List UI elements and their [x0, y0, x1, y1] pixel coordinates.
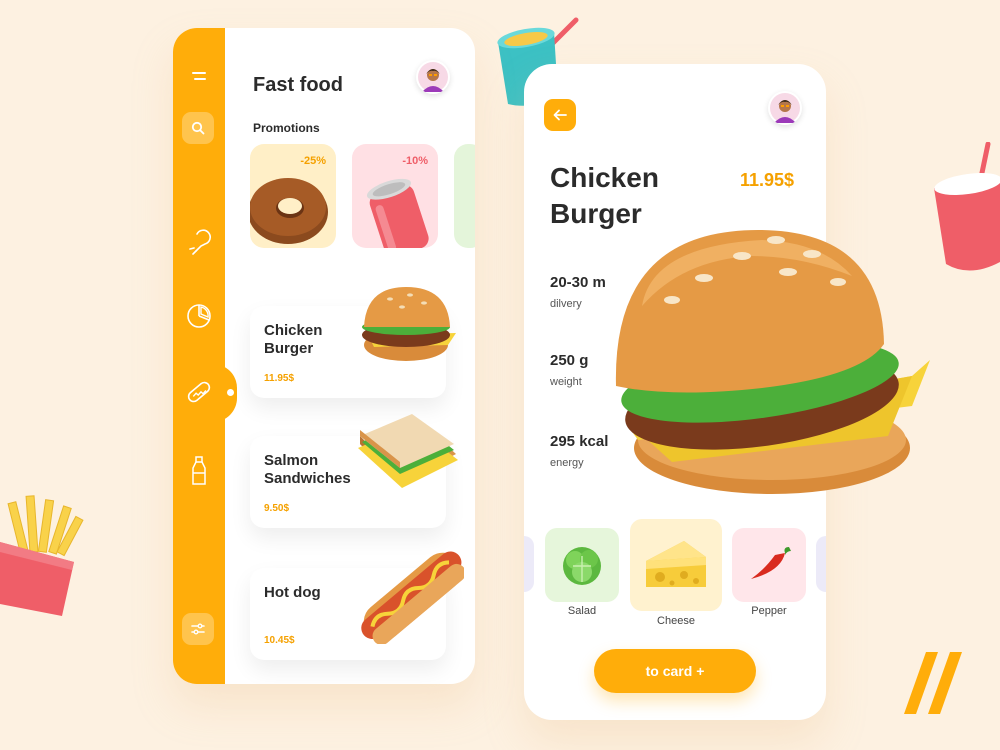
ingredient-card-pepper[interactable]	[732, 528, 806, 602]
item-name: Salmon Sandwiches	[264, 452, 351, 487]
sidebar-item-pie[interactable]	[173, 300, 225, 332]
discount-badge: -25%	[300, 155, 326, 167]
stat-value: 20-30 m	[550, 274, 606, 291]
ingredient-card-partial[interactable]	[524, 536, 534, 592]
pepper-icon	[751, 547, 791, 579]
red-cup-icon	[934, 142, 1000, 271]
promotion-card[interactable]: -25%	[250, 144, 336, 248]
stat-value: 295 kcal	[550, 433, 609, 450]
search-button[interactable]	[182, 112, 214, 144]
ingredient-card-salad[interactable]	[545, 528, 619, 602]
stat-value: 250 g	[550, 352, 589, 369]
ingredient-label: Salad	[567, 605, 597, 617]
avatar[interactable]	[768, 91, 802, 125]
settings-icon	[191, 623, 205, 635]
item-name: Hot dog	[264, 584, 321, 601]
sandwich-icon	[358, 414, 458, 488]
filter-settings-button[interactable]	[182, 613, 214, 645]
sidebar-item-chicken[interactable]	[173, 226, 225, 258]
sidebar-selection-dot	[227, 389, 234, 396]
user-avatar-icon	[770, 93, 800, 123]
arrow-left-icon	[553, 109, 567, 121]
ingredient-card-partial[interactable]	[816, 536, 826, 592]
salad-icon	[563, 547, 601, 585]
hotdog-icon	[187, 381, 211, 403]
chicken-leg-icon	[189, 229, 211, 255]
ingredient-card-cheese[interactable]	[630, 519, 722, 611]
ingredient-label: Pepper	[751, 605, 787, 617]
back-button[interactable]	[544, 99, 576, 131]
burger-icon	[362, 287, 456, 361]
brand-logo-icon	[904, 652, 962, 714]
stat-label: dilvery	[550, 298, 582, 310]
search-icon	[191, 121, 205, 135]
stat-label: weight	[550, 376, 582, 388]
item-name: Chicken Burger	[264, 322, 323, 357]
stat-delivery: 20-30 m dilvery	[550, 274, 606, 310]
stat-energy: 295 kcal energy	[550, 433, 608, 469]
stat-label: energy	[550, 457, 584, 469]
product-price: 11.95$	[740, 170, 795, 190]
pie-chart-icon	[187, 304, 211, 328]
promotion-card[interactable]	[454, 144, 475, 248]
hotdog-food-icon	[361, 551, 464, 644]
promotion-card[interactable]: -10%	[352, 144, 438, 248]
item-price: 10.45$	[264, 635, 295, 646]
item-price: 9.50$	[264, 503, 290, 514]
fries-icon	[0, 495, 84, 616]
add-to-card-button[interactable]: to card +	[594, 649, 756, 693]
bottle-icon	[192, 456, 206, 485]
stat-weight: 250 g weight	[550, 352, 588, 388]
menu-icon	[192, 72, 206, 80]
sidebar-item-drinks[interactable]	[173, 454, 225, 488]
menu-button[interactable]	[173, 64, 225, 88]
product-title: Chicken Burger	[550, 162, 659, 229]
item-price: 11.95$	[264, 373, 295, 384]
hero-burger-icon	[615, 229, 930, 494]
user-avatar-icon	[418, 62, 448, 92]
sidebar	[173, 28, 225, 684]
ingredient-label: Cheese	[657, 615, 695, 627]
discount-badge: -10%	[402, 155, 428, 167]
avatar[interactable]	[416, 60, 450, 94]
promotions-heading: Promotions	[253, 121, 320, 135]
cheese-icon	[646, 541, 706, 587]
page-title: Fast food	[253, 74, 343, 96]
